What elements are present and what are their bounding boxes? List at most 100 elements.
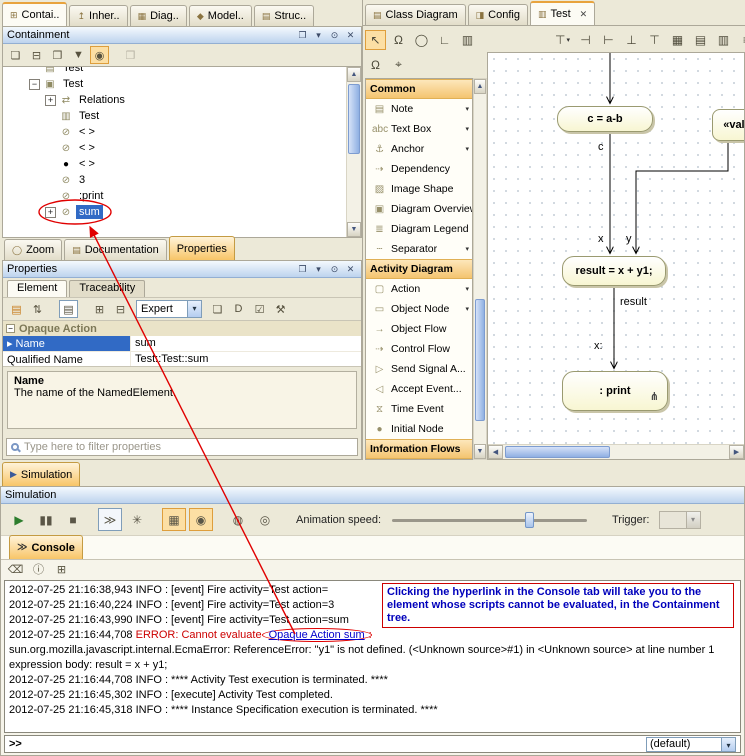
tab-console[interactable]: ≫ Console <box>9 535 83 559</box>
slider-thumb[interactable] <box>525 512 534 528</box>
chevron-down-icon[interactable]: ▾ <box>465 245 469 253</box>
property-value-cell[interactable]: Test::Test::sum <box>131 352 361 367</box>
layers-icon[interactable]: ≡ <box>736 30 745 50</box>
palette-anchor[interactable]: ⚓ Anchor ▾ <box>366 139 472 159</box>
properties-group-header[interactable]: − Opaque Action <box>3 321 361 336</box>
tree-expander-icon[interactable]: + <box>45 95 56 106</box>
palette-diagram-legend[interactable]: ≣ Diagram Legend <box>366 219 472 239</box>
tab-zoom[interactable]: ◯ Zoom <box>4 239 62 260</box>
align-left-icon[interactable]: ⊣ <box>575 30 596 50</box>
chevron-down-icon[interactable]: ▾ <box>187 301 201 317</box>
chevron-down-icon[interactable]: ▾ <box>465 105 469 113</box>
collapse-all-icon[interactable]: ⊟ <box>111 300 130 318</box>
close-panel-icon[interactable]: ✕ <box>344 263 357 276</box>
record-icon[interactable]: ◍ <box>226 508 250 531</box>
stop-icon[interactable]: ■ <box>61 508 85 531</box>
tab-documentation[interactable]: ▤ Documentation <box>64 239 167 260</box>
web-ui-icon[interactable]: ◎ <box>253 508 277 531</box>
tree-item[interactable]: ⊘ :print <box>3 188 346 204</box>
tree-item[interactable]: + ⇄ Relations <box>3 92 346 108</box>
tab-inheritance[interactable]: ↥ Inher.. <box>69 5 127 26</box>
show-auxiliary-icon[interactable]: ❐ <box>48 46 67 64</box>
tree-item[interactable]: ⊘ 3 <box>3 172 346 188</box>
magnet-icon[interactable]: Ω <box>388 30 409 50</box>
quick-layout-icon[interactable]: ⊤▾ <box>552 30 573 50</box>
grid-icon[interactable]: ▦ <box>667 30 688 50</box>
play-icon[interactable]: ▶ <box>7 508 31 531</box>
palette-diagram-overview[interactable]: ▣ Diagram Overview <box>366 199 472 219</box>
palette-dependency[interactable]: ⇢ Dependency <box>366 159 472 179</box>
swimlane-icon[interactable]: ▥ <box>457 30 478 50</box>
tree-scrollbar[interactable]: ▲ ▼ <box>346 67 361 237</box>
trigger-select[interactable]: ▾ <box>659 511 701 529</box>
tab-class-diagram[interactable]: ▤ Class Diagram <box>365 4 466 25</box>
align-bottom-icon[interactable]: ⊥ <box>621 30 642 50</box>
pin-panel-icon[interactable]: ⊙ <box>328 263 341 276</box>
magnet-all-icon[interactable]: Ω <box>365 55 386 75</box>
panel-menu-icon[interactable]: ▾ <box>312 29 325 42</box>
open-in-new-icon[interactable]: ❒ <box>121 46 140 64</box>
scroll-left-icon[interactable]: ◀ <box>488 445 503 459</box>
chevron-down-icon[interactable]: ▾ <box>465 125 469 133</box>
action-node-c[interactable]: c = a-b <box>557 106 653 132</box>
scroll-thumb[interactable] <box>475 299 485 421</box>
palette-initial-node[interactable]: ● Initial Node <box>366 419 472 439</box>
clear-console-icon[interactable]: ⌫ <box>6 560 25 578</box>
categorized-view-icon[interactable]: ▤ <box>7 300 26 318</box>
tab-test[interactable]: ▥ Test ✕ <box>530 1 595 25</box>
expand-selected-icon[interactable]: ⊟ <box>27 46 46 64</box>
tab-structure[interactable]: ▤ Struc.. <box>254 5 314 26</box>
scroll-down-icon[interactable]: ▼ <box>347 222 361 237</box>
tab-model-extensions[interactable]: ◆ Model.. <box>189 5 252 26</box>
palette-action[interactable]: ▢ Action ▾ <box>366 279 472 299</box>
float-panel-icon[interactable]: ❐ <box>296 263 309 276</box>
palette-scrollbar[interactable]: ▲ ▼ <box>473 78 487 460</box>
expand-all-icon[interactable]: ⊞ <box>90 300 109 318</box>
tree-item[interactable]: ⊘ < > <box>3 140 346 156</box>
palette-send-signal-action[interactable]: ▷ Send Signal A... <box>366 359 472 379</box>
scroll-thumb[interactable] <box>505 446 610 458</box>
tree-item[interactable]: ▥ Test <box>3 108 346 124</box>
animation-speed-slider[interactable] <box>392 511 587 529</box>
filter-icon[interactable]: ▼ <box>69 46 88 64</box>
palette-group-common[interactable]: Common <box>366 79 472 99</box>
panel-menu-icon[interactable]: ▾ <box>312 263 325 276</box>
palette-time-event[interactable]: ⧖ Time Event <box>366 399 472 419</box>
check-icon[interactable]: ☑ <box>250 300 269 318</box>
distribute-rows-icon[interactable]: ▤ <box>690 30 711 50</box>
diagram-canvas[interactable]: c = a-b «valueS result = x + y1; : print… <box>487 52 745 460</box>
sort-icon[interactable]: ⇅ <box>28 300 47 318</box>
float-panel-icon[interactable]: ❐ <box>296 29 309 42</box>
tree-expander-icon[interactable]: + <box>45 207 56 218</box>
property-name-cell[interactable]: ▸ Name <box>3 336 131 351</box>
palette-accept-event-action[interactable]: ◁ Accept Event... <box>366 379 472 399</box>
tree-item[interactable]: ⊘ < > <box>3 124 346 140</box>
oval-tool-icon[interactable]: ◯ <box>411 30 432 50</box>
tree-item[interactable]: ▤ Test <box>3 67 346 76</box>
chevron-down-icon[interactable]: ▾ <box>465 305 469 313</box>
run-fast-icon[interactable]: ≫ <box>98 508 122 531</box>
profile-select[interactable]: (default) ▾ <box>646 737 736 752</box>
palette-note[interactable]: ▤ Note ▾ <box>366 99 472 119</box>
properties-mode-select[interactable]: Expert ▾ <box>136 300 202 318</box>
property-name-cell[interactable]: Qualified Name <box>3 352 131 367</box>
tree-item[interactable]: + ⊘ sum <box>3 204 346 220</box>
align-top-icon[interactable]: ⊤ <box>644 30 665 50</box>
palette-control-flow[interactable]: ⇢ Control Flow <box>366 339 472 359</box>
toggle-sessions-icon[interactable]: ▦ <box>162 508 186 531</box>
tab-containment[interactable]: ⊞ Contai.. <box>2 2 67 26</box>
selection-tool-icon[interactable]: ↖ <box>365 30 386 50</box>
scroll-up-icon[interactable]: ▲ <box>347 67 361 82</box>
properties-filter-input[interactable] <box>24 441 353 453</box>
close-icon[interactable]: ✕ <box>580 9 588 20</box>
pause-icon[interactable]: ▮▮ <box>34 508 58 531</box>
tree-expander-icon[interactable]: − <box>29 79 40 90</box>
center-view-icon[interactable]: ⌖ <box>388 55 409 75</box>
close-panel-icon[interactable]: ✕ <box>344 29 357 42</box>
chevron-down-icon[interactable]: ▾ <box>465 285 469 293</box>
customize-properties-icon[interactable]: ⚒ <box>271 300 290 318</box>
scroll-right-icon[interactable]: ▶ <box>729 445 744 459</box>
property-value-cell[interactable]: sum <box>131 336 361 351</box>
action-node-result[interactable]: result = x + y1; <box>562 256 666 286</box>
tree-item[interactable]: ● < > <box>3 156 346 172</box>
